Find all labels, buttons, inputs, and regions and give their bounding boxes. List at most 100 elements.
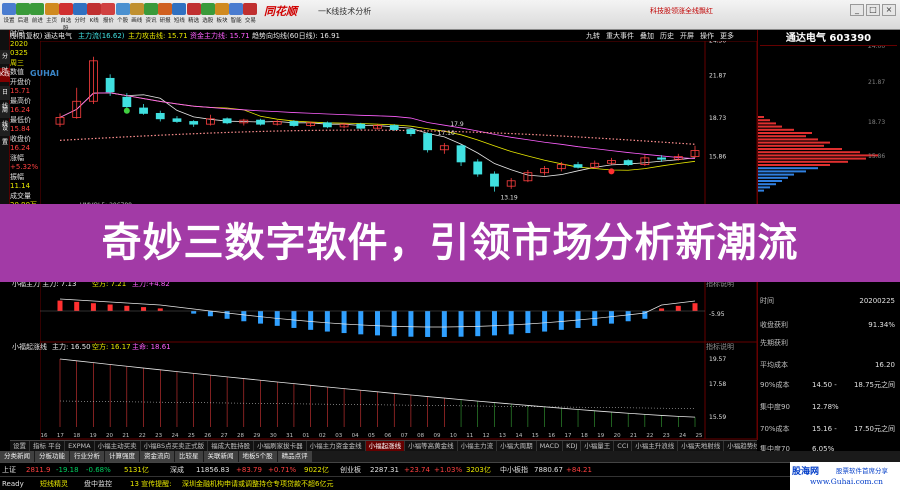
bottom-axis-label: 19.57: [709, 356, 726, 363]
toolbar-button[interactable]: 后退: [16, 2, 31, 28]
toolbar-icon: [87, 3, 102, 15]
toolbar-button[interactable]: K线: [87, 2, 102, 28]
toolbar-button-label: 选股: [202, 18, 214, 24]
toolbar-button[interactable]: 自选股: [58, 2, 73, 32]
macd-bar: [207, 311, 213, 317]
section-tab[interactable]: 行业分析: [70, 451, 104, 462]
toolbar-button[interactable]: 短线: [172, 2, 187, 28]
left-strip-tab[interactable]: 周线: [0, 104, 10, 128]
indicator-tab[interactable]: MACD: [537, 441, 564, 451]
chip-price-label: 18.73: [868, 119, 885, 126]
maximize-button[interactable]: □: [866, 4, 880, 16]
indicator-tab[interactable]: 小福量王: [581, 441, 615, 451]
toolbar-button[interactable]: 画线: [129, 2, 144, 28]
macd-bar: [692, 303, 698, 311]
toolbar-button-label: 分时: [74, 18, 86, 24]
section-tab[interactable]: 比较星: [175, 451, 203, 462]
toolbar-button[interactable]: 精选: [186, 2, 201, 28]
toolbar-button[interactable]: 个股: [115, 2, 130, 28]
left-strip-tab[interactable]: 分时: [0, 50, 10, 74]
left-strip-tab[interactable]: 设置: [0, 122, 10, 146]
section-tab[interactable]: 分板功能: [35, 451, 69, 462]
toolbar-button[interactable]: 板块: [215, 2, 229, 28]
stock-title: 通达电气 603390: [760, 32, 897, 46]
section-tab[interactable]: 分类新闻: [0, 451, 34, 462]
toolbar-button[interactable]: 资讯: [144, 2, 158, 28]
overlay-button[interactable]: 叠加: [640, 31, 654, 41]
indicator-tab[interactable]: 小福主力流: [458, 441, 498, 451]
index-quote-item: +23.74: [404, 466, 430, 474]
history-button[interactable]: 历史: [660, 31, 674, 41]
toolbar-button[interactable]: 设置: [2, 2, 16, 28]
section-tab[interactable]: 计算强度: [105, 451, 139, 462]
toolbar-button[interactable]: 选股: [200, 2, 215, 28]
bottom-axis-label: 17.58: [709, 381, 726, 388]
x-axis-label: 12: [483, 433, 490, 439]
indicator-tab[interactable]: 指标 平台: [30, 441, 66, 451]
nine-turn-button[interactable]: 九转: [586, 31, 600, 41]
candle: [456, 145, 466, 163]
minimize-button[interactable]: _: [850, 4, 864, 16]
toolbar-button-label: K线: [89, 18, 99, 24]
left-strip-tab[interactable]: K线: [0, 68, 10, 82]
toolbar-button-label: 智能: [230, 18, 242, 24]
chip-bar: [758, 141, 830, 144]
index-quote-item: 上证: [2, 466, 16, 474]
chip-bar: [758, 173, 794, 176]
candle: [189, 121, 199, 125]
indicator-tab[interactable]: KDJ: [563, 441, 582, 451]
section-tab[interactable]: 地板5个股: [238, 451, 277, 462]
left-strip-tab[interactable]: 日线: [0, 86, 10, 110]
open-screen-button[interactable]: 开屏: [680, 31, 694, 41]
chip-stat-row: 集中度90 12.78%: [760, 402, 897, 413]
x-axis-label: 15: [532, 433, 539, 439]
section-tab[interactable]: 精品点评: [277, 451, 312, 462]
bottom-indicator-name: 小福起涨线: [12, 343, 47, 351]
indicator-tab[interactable]: 小福主动买卖: [95, 441, 141, 451]
indicator-tab[interactable]: 小福天地射线: [678, 441, 725, 451]
toolbar-button[interactable]: 前进: [30, 2, 45, 28]
indicator-tab[interactable]: 设置: [10, 441, 30, 451]
indicator-tab[interactable]: 小福起涨线: [365, 441, 406, 451]
toolbar-button[interactable]: 研报: [158, 2, 173, 28]
toolbar-button[interactable]: 报价: [101, 2, 116, 28]
toolbar-button[interactable]: 主页: [44, 2, 59, 28]
toolbar-button-label: 短线: [173, 18, 185, 24]
chip-distribution-chart: 24.00 21.87 18.73 15.86: [758, 46, 885, 192]
indicator-tab[interactable]: 小福BS点买卖正式版: [141, 441, 209, 451]
indicator-tab[interactable]: 福成大胜持股: [208, 441, 255, 451]
indicator-tab[interactable]: 小福刷家拔卡器: [254, 441, 307, 451]
close-button[interactable]: ×: [882, 4, 896, 16]
more-button[interactable]: 更多: [720, 31, 734, 41]
indicator-tab[interactable]: 小福主升浪线: [632, 441, 679, 451]
candle: [389, 125, 399, 130]
toolbar-icon: [172, 3, 187, 15]
news-ticker[interactable]: 科技股领涨全线飘红: [650, 6, 713, 16]
chip-stat-key: 70%成本: [760, 425, 790, 433]
bottom-help-link[interactable]: 指标说明: [706, 342, 734, 352]
macd-bar: [308, 311, 314, 330]
indicator-tab[interactable]: 小福等高黄金线: [405, 441, 458, 451]
macd-bar: [491, 311, 497, 336]
status-item[interactable]: 盘中监控: [84, 477, 112, 490]
watermark-logo: 股海网: [792, 467, 820, 477]
operation-button[interactable]: 操作: [700, 31, 714, 41]
section-tab[interactable]: 关联新闻: [203, 451, 238, 462]
status-item[interactable]: 短线精灵: [40, 477, 68, 490]
indicator-tab[interactable]: 小福趋势线: [724, 441, 757, 451]
toolbar-button[interactable]: 分时: [73, 2, 87, 28]
x-axis-label: 16: [41, 433, 48, 439]
index-quote-bar: 上证 2811.9 -19.18 -0.68% 5131亿 深成 11856.83 +83.7…: [0, 462, 900, 476]
section-tab[interactable]: 资金流向: [140, 451, 174, 462]
indicator-tab[interactable]: 小福主力资金金线: [307, 441, 366, 451]
toolbar-button[interactable]: 交易: [243, 2, 258, 28]
bar-info-line: 0325: [10, 49, 28, 57]
chip-bar: [758, 116, 764, 118]
candle: [172, 118, 182, 122]
major-events-button[interactable]: 重大事件: [606, 31, 634, 41]
indicator-tab[interactable]: CCI: [614, 441, 633, 451]
chip-stat-key: 先期获利: [760, 339, 788, 347]
indicator-tab[interactable]: EXPMA: [65, 441, 95, 451]
indicator-tab[interactable]: 小福大周期: [497, 441, 537, 451]
toolbar-button[interactable]: 智能: [229, 2, 244, 28]
